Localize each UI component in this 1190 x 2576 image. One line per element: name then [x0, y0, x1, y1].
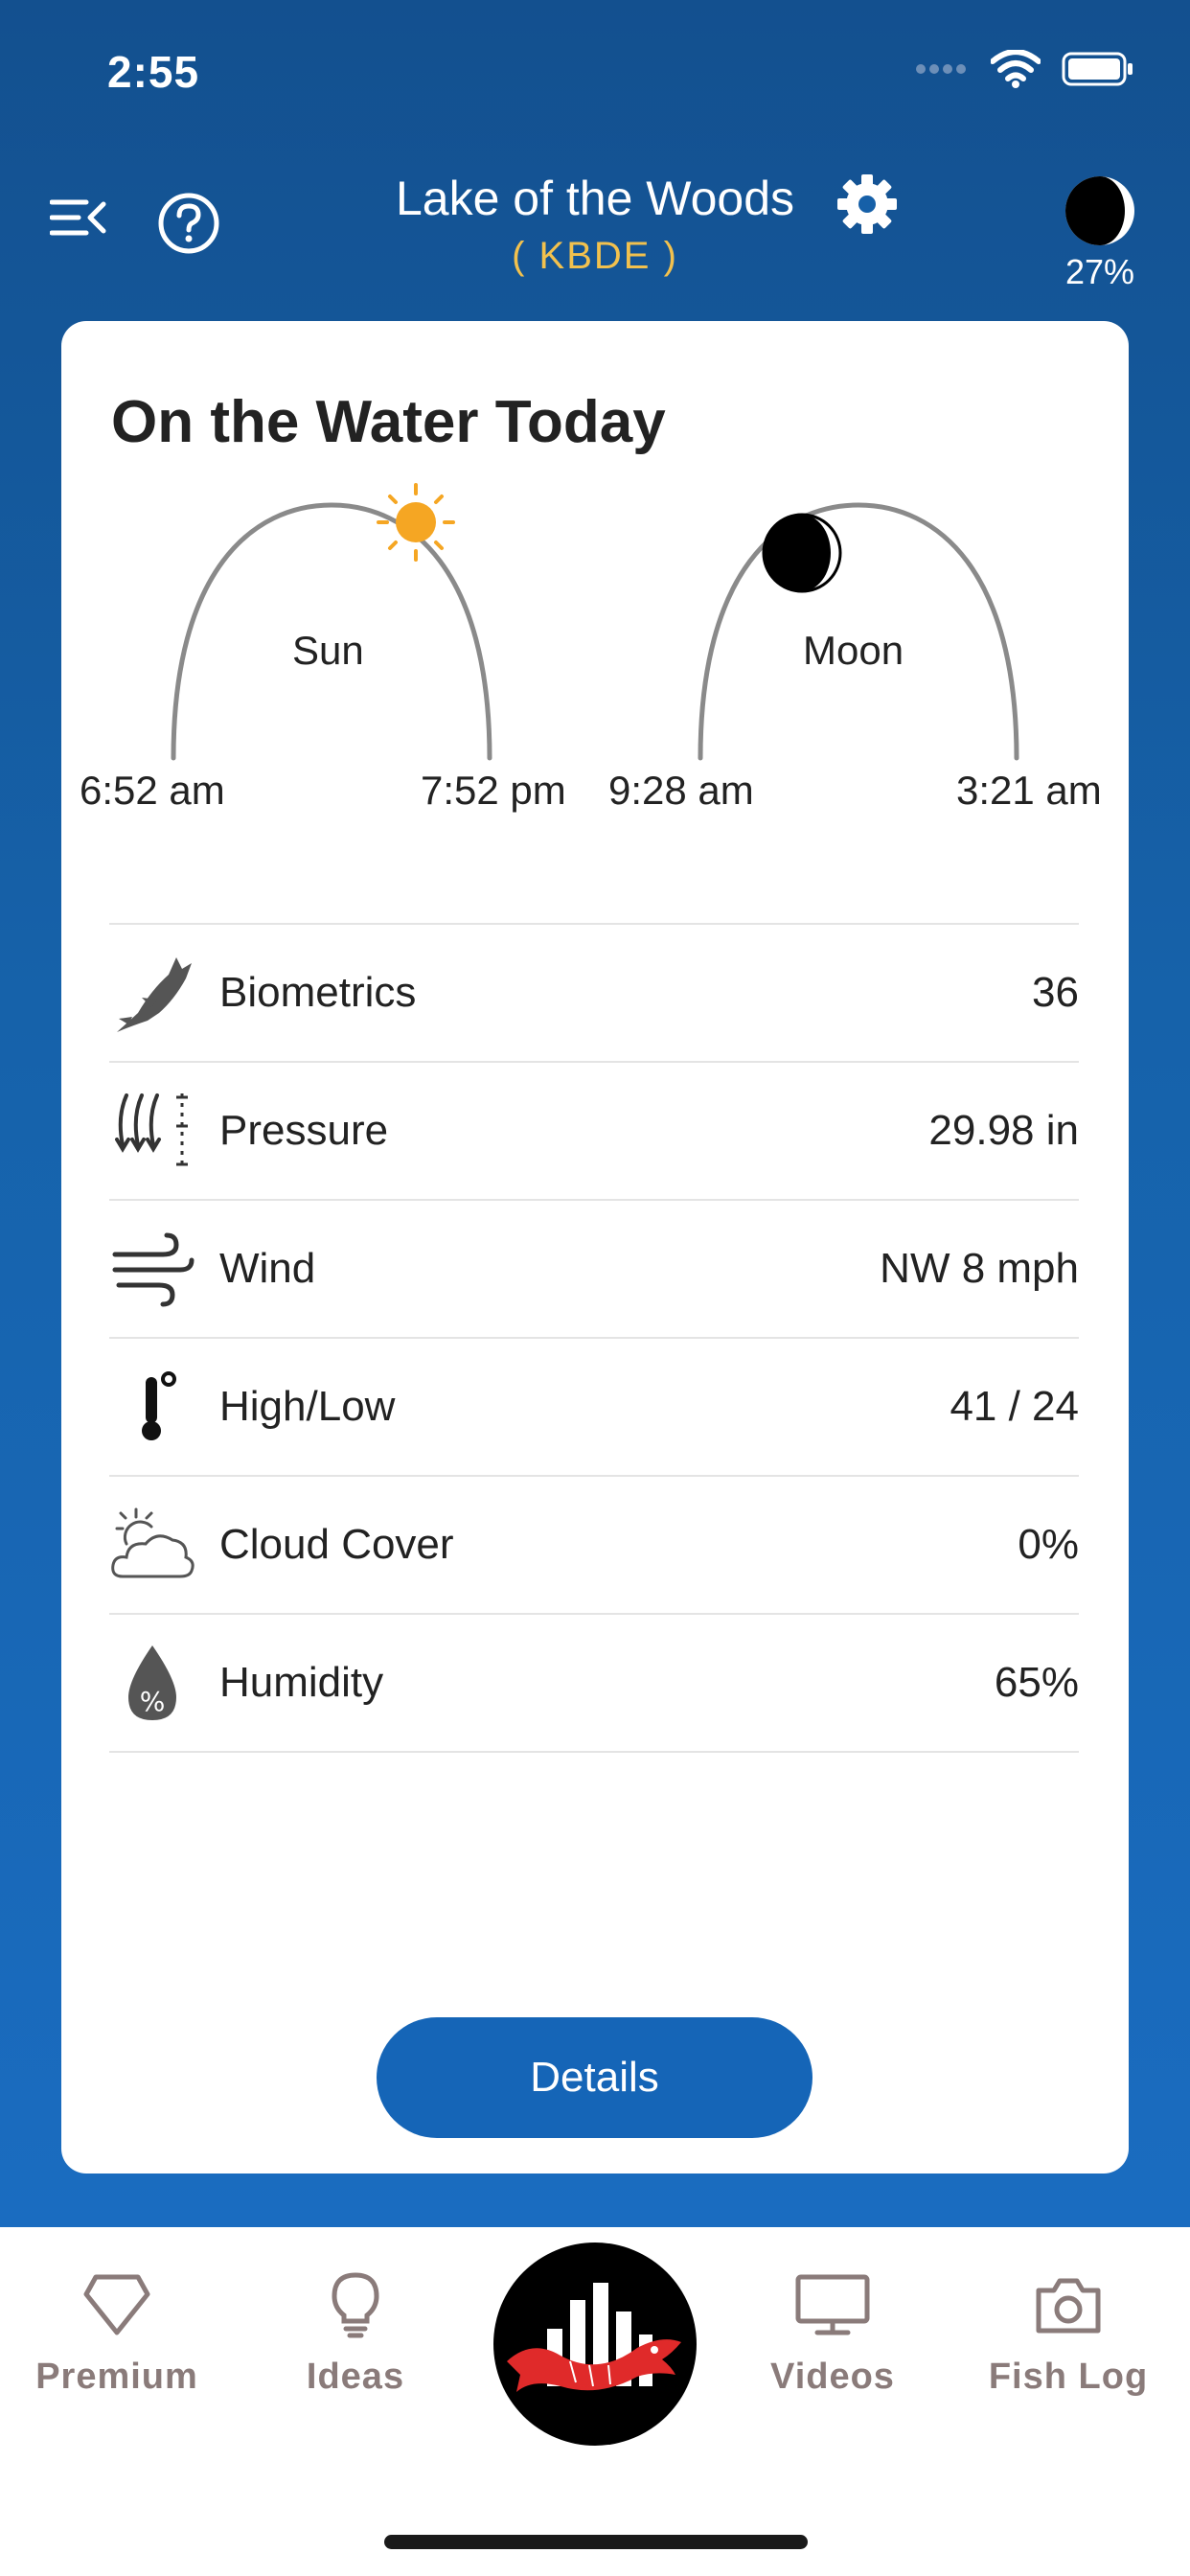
svg-text:%: % — [140, 1686, 166, 1717]
moonset-time: 3:21 am — [956, 768, 1102, 813]
tab-label: Videos — [770, 2357, 895, 2397]
tab-premium[interactable]: Premium — [2, 2271, 232, 2398]
home-logo-button[interactable] — [493, 2242, 697, 2446]
wifi-icon — [991, 50, 1041, 88]
tab-label: Ideas — [306, 2357, 405, 2397]
location-code: ( KBDE ) — [512, 235, 678, 277]
row-value: 65% — [994, 1659, 1079, 1706]
row-label: Wind — [219, 1245, 316, 1292]
location-name[interactable]: Lake of the Woods — [396, 171, 794, 226]
home-indicator — [384, 2535, 808, 2549]
lightbulb-icon — [332, 2272, 379, 2338]
settings-button[interactable] — [835, 172, 899, 241]
tab-label: Fish Log — [988, 2357, 1149, 2397]
sun-arc — [171, 483, 492, 761]
list-item-biometrics: Biometrics 36 — [109, 923, 1079, 1061]
tab-videos[interactable]: Videos — [718, 2271, 948, 2398]
moon-arc — [698, 502, 1019, 761]
battery-icon — [1062, 52, 1133, 86]
moon-icon — [762, 513, 842, 593]
list-item-wind: Wind NW 8 mph — [109, 1199, 1079, 1337]
humidity-drop-icon: % — [109, 1640, 195, 1726]
moon-label: Moon — [803, 628, 904, 673]
row-value: 29.98 in — [928, 1107, 1079, 1154]
list-item-high-low: High/Low 41 / 24 — [109, 1337, 1079, 1475]
row-value: NW 8 mph — [880, 1245, 1079, 1292]
tab-label: Premium — [35, 2357, 198, 2397]
on-the-water-card: On the Water Today Sun 6:52 am 7:52 pm M… — [61, 321, 1129, 2174]
status-icons — [916, 50, 1134, 88]
cloud-sun-icon — [109, 1502, 195, 1588]
moon-phase-icon — [1065, 176, 1134, 245]
row-value: 41 / 24 — [950, 1383, 1079, 1430]
details-button[interactable]: Details — [377, 2017, 812, 2138]
status-time: 2:55 — [107, 47, 200, 97]
row-label: Humidity — [219, 1659, 384, 1706]
monitor-icon — [795, 2274, 870, 2335]
fish-icon — [109, 950, 195, 1036]
wind-icon — [109, 1226, 195, 1312]
signal-icon — [916, 64, 966, 74]
status-bar: 2:55 — [0, 0, 1190, 144]
camera-icon — [1036, 2278, 1101, 2334]
sun-icon — [377, 483, 455, 562]
row-label: High/Low — [219, 1383, 396, 1430]
row-label: Biometrics — [219, 969, 417, 1016]
sun-label: Sun — [292, 628, 364, 673]
tab-fish-log[interactable]: Fish Log — [953, 2271, 1183, 2398]
fish-chart-logo-icon — [507, 2283, 681, 2392]
row-label: Cloud Cover — [219, 1521, 454, 1568]
card-title: On the Water Today — [111, 389, 666, 455]
moon-illumination-percent: 27% — [1065, 252, 1135, 291]
thermometer-icon — [109, 1364, 195, 1450]
row-value: 0% — [1018, 1521, 1079, 1568]
pressure-icon — [109, 1088, 195, 1174]
moon-phase-button[interactable] — [1062, 172, 1138, 254]
location-title-row: Lake of the Woods — [0, 171, 1190, 226]
gear-icon — [837, 174, 897, 234]
row-label: Pressure — [219, 1107, 389, 1154]
list-item-cloud-cover: Cloud Cover 0% — [109, 1475, 1079, 1613]
diamond-icon — [83, 2274, 150, 2335]
sunset-time: 7:52 pm — [421, 768, 566, 813]
row-value: 36 — [1032, 969, 1079, 1016]
list-item-pressure: Pressure 29.98 in — [109, 1061, 1079, 1199]
moonrise-time: 9:28 am — [608, 768, 754, 813]
tab-ideas[interactable]: Ideas — [240, 2271, 470, 2398]
sunrise-time: 6:52 am — [80, 768, 225, 813]
list-item-humidity: % Humidity 65% — [109, 1613, 1079, 1753]
